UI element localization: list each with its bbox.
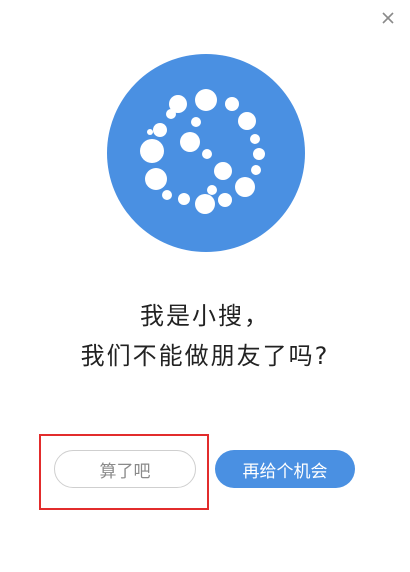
dialog-message-line1: 我是小搜， [140,302,270,330]
cancel-button[interactable]: 算了吧 [54,450,196,488]
close-icon[interactable] [378,8,398,28]
retry-button[interactable]: 再给个机会 [215,450,355,488]
dotted-circle-logo [106,54,306,252]
dialog-message-line2: 我们不能做朋友了吗? [80,342,330,370]
